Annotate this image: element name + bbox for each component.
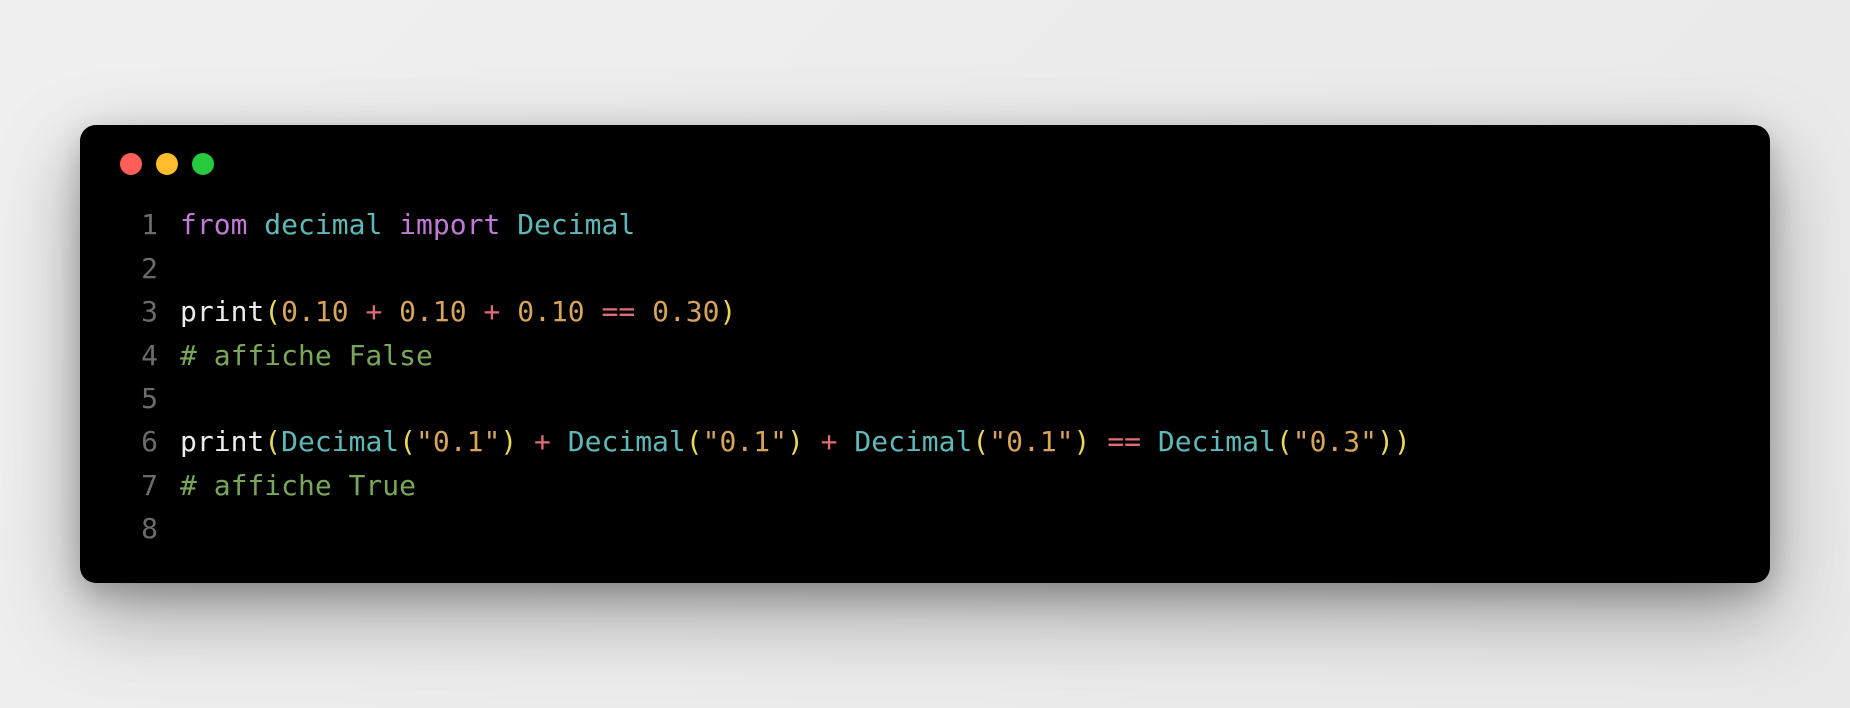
line-content: from decimal import Decimal xyxy=(180,203,635,246)
line-number: 3 xyxy=(116,290,158,333)
code-line: 5 xyxy=(116,377,1734,420)
line-content: # affiche True xyxy=(180,464,416,507)
window-traffic-lights xyxy=(120,153,1734,175)
code-line: 4 # affiche False xyxy=(116,334,1734,377)
close-icon[interactable] xyxy=(120,153,142,175)
code-window: 1 from decimal import Decimal 23 print(0.10… xyxy=(80,125,1770,582)
line-content: # affiche False xyxy=(180,334,433,377)
line-number: 4 xyxy=(116,334,158,377)
line-number: 2 xyxy=(116,247,158,290)
code-line: 1 from decimal import Decimal xyxy=(116,203,1734,246)
minimize-icon[interactable] xyxy=(156,153,178,175)
line-content: print(Decimal("0.1") + Decimal("0.1") + … xyxy=(180,420,1411,463)
code-line: 8 xyxy=(116,507,1734,550)
line-number: 7 xyxy=(116,464,158,507)
zoom-icon[interactable] xyxy=(192,153,214,175)
code-line: 3 print(0.10 + 0.10 + 0.10 == 0.30) xyxy=(116,290,1734,333)
line-number: 1 xyxy=(116,203,158,246)
code-line: 2 xyxy=(116,247,1734,290)
code-line: 6 print(Decimal("0.1") + Decimal("0.1") +… xyxy=(116,420,1734,463)
code-line: 7 # affiche True xyxy=(116,464,1734,507)
line-content: print(0.10 + 0.10 + 0.10 == 0.30) xyxy=(180,290,736,333)
line-number: 6 xyxy=(116,420,158,463)
line-number: 5 xyxy=(116,377,158,420)
code-block: 1 from decimal import Decimal 23 print(0.10… xyxy=(116,203,1734,550)
line-number: 8 xyxy=(116,507,158,550)
